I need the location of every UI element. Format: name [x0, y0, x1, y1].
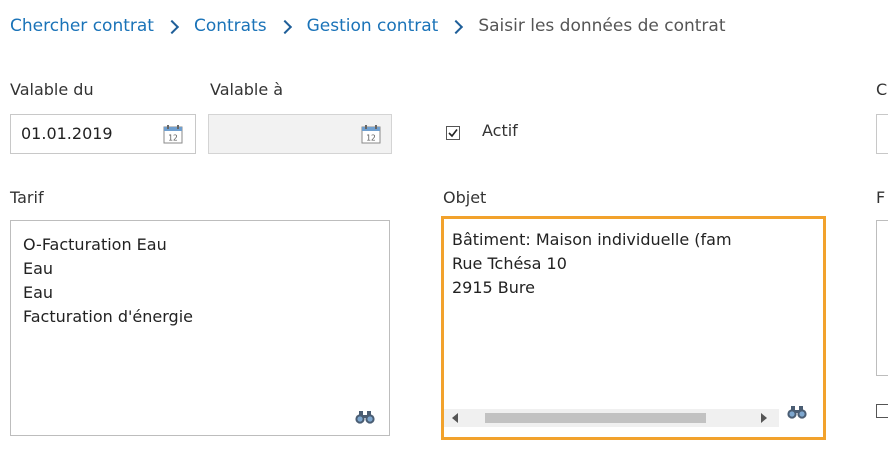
objet-line: Rue Tchésa 10	[452, 254, 567, 273]
valid-to-field[interactable]: 12	[208, 114, 392, 154]
tarif-line: Facturation d'énergie	[23, 307, 193, 326]
right-column-label-bottom: F	[876, 188, 886, 207]
chevron-right-icon	[449, 19, 464, 35]
objet-line: Bâtiment: Maison individuelle (fam	[452, 230, 732, 249]
breadcrumb-current: Saisir les données de contrat	[478, 16, 726, 36]
active-label: Actif	[482, 121, 518, 140]
scroll-left-arrow-icon[interactable]	[452, 413, 460, 423]
objet-label: Objet	[443, 188, 487, 207]
right-column-field-top[interactable]	[876, 114, 888, 154]
breadcrumb: Chercher contrat Contrats Gestion contra…	[10, 16, 726, 36]
breadcrumb-link-contrats[interactable]: Contrats	[194, 16, 267, 36]
tarif-line: Eau	[23, 259, 54, 278]
chevron-right-icon	[164, 19, 180, 35]
valid-from-field[interactable]: 01.01.2019 12	[10, 114, 196, 154]
tarif-lines: O-Facturation Eau Eau Eau Facturation d'…	[23, 233, 193, 329]
checkmark-icon	[448, 129, 458, 138]
binoculars-icon[interactable]	[354, 410, 376, 424]
tarif-label: Tarif	[10, 188, 44, 207]
tarif-line: Eau	[23, 283, 54, 302]
right-column-checkbox[interactable]	[876, 404, 888, 418]
right-column-textarea[interactable]	[876, 220, 888, 376]
svg-text:12: 12	[168, 134, 178, 143]
horizontal-scrollbar[interactable]	[444, 409, 779, 427]
valid-from-value: 01.01.2019	[21, 124, 113, 143]
tarif-line: O-Facturation Eau	[23, 235, 167, 254]
scroll-right-arrow-icon[interactable]	[760, 413, 768, 423]
right-column-label-top: C	[876, 80, 888, 99]
calendar-icon[interactable]: 12	[361, 124, 381, 144]
objet-lines: Bâtiment: Maison individuelle (fam Rue T…	[452, 228, 818, 300]
active-checkbox[interactable]	[446, 126, 460, 140]
svg-text:12: 12	[366, 134, 376, 143]
breadcrumb-link-chercher-contrat[interactable]: Chercher contrat	[10, 16, 154, 36]
scrollbar-thumb[interactable]	[485, 413, 706, 423]
calendar-icon[interactable]: 12	[163, 124, 183, 144]
objet-line: 2915 Bure	[452, 278, 535, 297]
objet-textarea[interactable]: Bâtiment: Maison individuelle (fam Rue T…	[441, 216, 826, 440]
tarif-textarea[interactable]: O-Facturation Eau Eau Eau Facturation d'…	[10, 220, 390, 436]
valid-from-label: Valable du	[10, 80, 94, 99]
chevron-right-icon	[277, 19, 292, 35]
valid-to-label: Valable à	[210, 80, 284, 99]
breadcrumb-link-gestion-contrat[interactable]: Gestion contrat	[307, 16, 439, 36]
binoculars-icon[interactable]	[786, 405, 808, 419]
